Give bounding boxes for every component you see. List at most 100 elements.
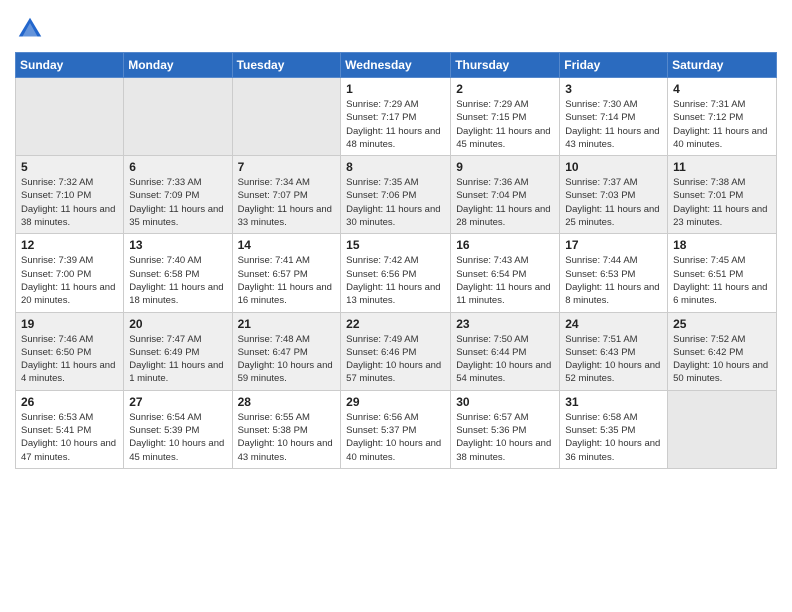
sunrise-text: Sunrise: 7:49 AM (346, 334, 418, 345)
daylight-text: Daylight: 11 hours and 28 minutes. (456, 204, 550, 228)
day-number: 22 (346, 317, 445, 331)
daylight-text: Daylight: 10 hours and 59 minutes. (238, 360, 333, 384)
sunset-text: Sunset: 7:10 PM (21, 190, 91, 201)
day-number: 6 (129, 160, 226, 174)
sunset-text: Sunset: 7:04 PM (456, 190, 526, 201)
daylight-text: Daylight: 11 hours and 43 minutes. (565, 126, 659, 150)
weekday-header: Wednesday (341, 53, 451, 78)
sunrise-text: Sunrise: 7:51 AM (565, 334, 637, 345)
day-info: Sunrise: 7:34 AMSunset: 7:07 PMDaylight:… (238, 176, 336, 229)
calendar-week-row: 19Sunrise: 7:46 AMSunset: 6:50 PMDayligh… (16, 312, 777, 390)
day-info: Sunrise: 7:29 AMSunset: 7:15 PMDaylight:… (456, 98, 554, 151)
day-number: 1 (346, 82, 445, 96)
calendar-cell: 31Sunrise: 6:58 AMSunset: 5:35 PMDayligh… (560, 390, 668, 468)
sunset-text: Sunset: 6:46 PM (346, 347, 416, 358)
day-info: Sunrise: 7:40 AMSunset: 6:58 PMDaylight:… (129, 254, 226, 307)
day-number: 3 (565, 82, 662, 96)
sunrise-text: Sunrise: 6:54 AM (129, 412, 201, 423)
day-number: 19 (21, 317, 118, 331)
day-number: 29 (346, 395, 445, 409)
day-number: 30 (456, 395, 554, 409)
sunrise-text: Sunrise: 7:31 AM (673, 99, 745, 110)
calendar-cell: 22Sunrise: 7:49 AMSunset: 6:46 PMDayligh… (341, 312, 451, 390)
day-number: 25 (673, 317, 771, 331)
calendar-cell: 15 Sunrise: 7:42 AMSunset: 6:56 PMDayligh… (341, 234, 451, 312)
sunset-text: Sunset: 6:44 PM (456, 347, 526, 358)
calendar-cell: 30 Sunrise: 6:57 AMSunset: 5:36 PMDayligh… (451, 390, 560, 468)
sunset-text: Sunset: 7:03 PM (565, 190, 635, 201)
page: SundayMondayTuesdayWednesdayThursdayFrid… (0, 0, 792, 612)
sunset-text: Sunset: 5:39 PM (129, 425, 199, 436)
daylight-text: Daylight: 10 hours and 38 minutes. (456, 438, 551, 462)
day-info: Sunrise: 7:49 AMSunset: 6:46 PMDaylight:… (346, 333, 445, 386)
day-info: Sunrise: 7:39 AMSunset: 7:00 PMDaylight:… (21, 254, 118, 307)
day-number: 27 (129, 395, 226, 409)
daylight-text: Daylight: 11 hours and 1 minute. (129, 360, 223, 384)
day-number: 2 (456, 82, 554, 96)
weekday-header: Sunday (16, 53, 124, 78)
sunset-text: Sunset: 6:51 PM (673, 269, 743, 280)
day-number: 7 (238, 160, 336, 174)
calendar-cell: 18Sunrise: 7:45 AMSunset: 6:51 PMDayligh… (668, 234, 777, 312)
sunrise-text: Sunrise: 7:45 AM (673, 255, 745, 266)
sunset-text: Sunset: 6:57 PM (238, 269, 308, 280)
sunrise-text: Sunrise: 7:48 AM (238, 334, 310, 345)
calendar-cell: 10Sunrise: 7:37 AMSunset: 7:03 PMDayligh… (560, 156, 668, 234)
sunrise-text: Sunrise: 7:40 AM (129, 255, 201, 266)
calendar-cell: 9Sunrise: 7:36 AMSunset: 7:04 PMDaylight… (451, 156, 560, 234)
sunrise-text: Sunrise: 7:47 AM (129, 334, 201, 345)
day-number: 11 (673, 160, 771, 174)
sunrise-text: Sunrise: 6:57 AM (456, 412, 528, 423)
day-info: Sunrise: 7:44 AMSunset: 6:53 PMDaylight:… (565, 254, 662, 307)
calendar-cell: 25 Sunrise: 7:52 AMSunset: 6:42 PMDayligh… (668, 312, 777, 390)
daylight-text: Daylight: 11 hours and 6 minutes. (673, 282, 767, 306)
daylight-text: Daylight: 10 hours and 45 minutes. (129, 438, 224, 462)
daylight-text: Daylight: 11 hours and 11 minutes. (456, 282, 550, 306)
calendar-cell: 4Sunrise: 7:31 AMSunset: 7:12 PMDaylight… (668, 78, 777, 156)
calendar-cell: 13Sunrise: 7:40 AMSunset: 6:58 PMDayligh… (124, 234, 232, 312)
calendar-cell: 19Sunrise: 7:46 AMSunset: 6:50 PMDayligh… (16, 312, 124, 390)
calendar-cell (16, 78, 124, 156)
day-number: 9 (456, 160, 554, 174)
day-info: Sunrise: 7:37 AMSunset: 7:03 PMDaylight:… (565, 176, 662, 229)
calendar-cell: 23Sunrise: 7:50 AMSunset: 6:44 PMDayligh… (451, 312, 560, 390)
weekday-header-row: SundayMondayTuesdayWednesdayThursdayFrid… (16, 53, 777, 78)
day-info: Sunrise: 7:29 AMSunset: 7:17 PMDaylight:… (346, 98, 445, 151)
sunset-text: Sunset: 7:01 PM (673, 190, 743, 201)
calendar-cell: 5Sunrise: 7:32 AMSunset: 7:10 PMDaylight… (16, 156, 124, 234)
daylight-text: Daylight: 11 hours and 30 minutes. (346, 204, 440, 228)
sunrise-text: Sunrise: 7:43 AM (456, 255, 528, 266)
calendar-cell: 12Sunrise: 7:39 AMSunset: 7:00 PMDayligh… (16, 234, 124, 312)
day-info: Sunrise: 7:30 AMSunset: 7:14 PMDaylight:… (565, 98, 662, 151)
calendar-cell: 2 Sunrise: 7:29 AMSunset: 7:15 PMDaylight… (451, 78, 560, 156)
calendar-cell: 8Sunrise: 7:35 AMSunset: 7:06 PMDaylight… (341, 156, 451, 234)
day-number: 8 (346, 160, 445, 174)
sunset-text: Sunset: 7:15 PM (456, 112, 526, 123)
calendar-cell: 1 Sunrise: 7:29 AMSunset: 7:17 PMDaylight… (341, 78, 451, 156)
weekday-header: Friday (560, 53, 668, 78)
daylight-text: Daylight: 11 hours and 20 minutes. (21, 282, 115, 306)
sunset-text: Sunset: 5:38 PM (238, 425, 308, 436)
daylight-text: Daylight: 11 hours and 8 minutes. (565, 282, 659, 306)
calendar-cell: 29Sunrise: 6:56 AMSunset: 5:37 PMDayligh… (341, 390, 451, 468)
calendar-cell: 27 Sunrise: 6:54 AM Sunset: 5:39 PM Dayligh… (124, 390, 232, 468)
daylight-text: Daylight: 11 hours and 48 minutes. (346, 126, 440, 150)
sunrise-text: Sunrise: 7:32 AM (21, 177, 93, 188)
daylight-text: Daylight: 10 hours and 50 minutes. (673, 360, 768, 384)
day-number: 4 (673, 82, 771, 96)
day-info: Sunrise: 7:42 AMSunset: 6:56 PMDaylight:… (346, 254, 445, 307)
day-info: Sunrise: 6:57 AMSunset: 5:36 PMDaylight:… (456, 411, 554, 464)
sunset-text: Sunset: 7:14 PM (565, 112, 635, 123)
day-info: Sunrise: 7:50 AMSunset: 6:44 PMDaylight:… (456, 333, 554, 386)
calendar-cell: 3 Sunrise: 7:30 AMSunset: 7:14 PMDaylight… (560, 78, 668, 156)
day-number: 16 (456, 238, 554, 252)
sunrise-text: Sunrise: 7:42 AM (346, 255, 418, 266)
day-info: Sunrise: 7:52 AMSunset: 6:42 PMDaylight:… (673, 333, 771, 386)
sunrise-text: Sunrise: 7:46 AM (21, 334, 93, 345)
day-info: Sunrise: 7:33 AMSunset: 7:09 PMDaylight:… (129, 176, 226, 229)
daylight-text: Daylight: 10 hours and 47 minutes. (21, 438, 116, 462)
sunrise-text: Sunrise: 7:50 AM (456, 334, 528, 345)
sunrise-text: Sunrise: 7:37 AM (565, 177, 637, 188)
day-number: 15 (346, 238, 445, 252)
calendar-cell: 17Sunrise: 7:44 AMSunset: 6:53 PMDayligh… (560, 234, 668, 312)
